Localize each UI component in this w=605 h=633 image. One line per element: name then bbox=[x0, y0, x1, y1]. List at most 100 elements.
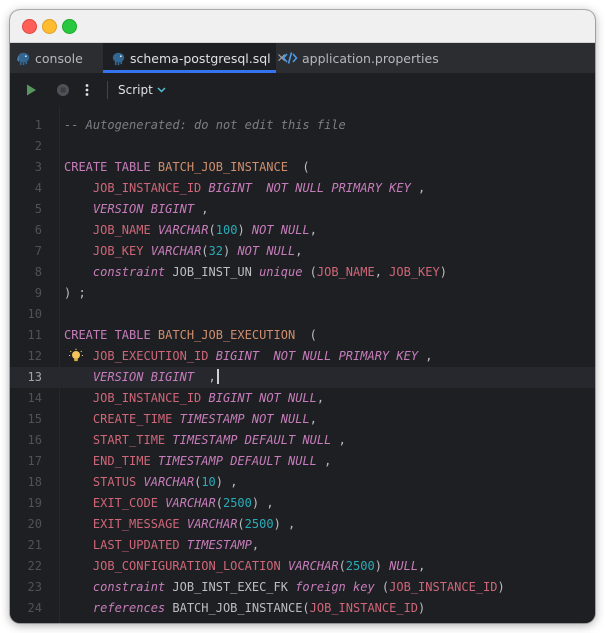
more-actions-button[interactable] bbox=[76, 79, 98, 101]
code-line[interactable]: 1 -- Autogenerated: do not edit this file bbox=[10, 115, 595, 136]
code-token: ) ; bbox=[64, 622, 86, 623]
tab-console[interactable]: console bbox=[10, 43, 103, 73]
code-token: ( bbox=[215, 496, 223, 510]
code-token: JOB_KEY bbox=[389, 265, 440, 279]
code-line[interactable]: 21 LAST_UPDATED TIMESTAMP, bbox=[10, 535, 595, 556]
code-line[interactable]: 7 JOB_KEY VARCHAR(32) NOT NULL, bbox=[10, 241, 595, 262]
code-line[interactable]: 4 JOB_INSTANCE_ID BIGINT NOT NULL PRIMAR… bbox=[10, 178, 595, 199]
code-token: VARCHAR bbox=[186, 517, 238, 531]
code-text: JOB_KEY VARCHAR(32) NOT NULL, bbox=[64, 241, 303, 262]
code-token: ( bbox=[338, 559, 346, 573]
code-token: CREATE TABLE bbox=[64, 328, 158, 342]
code-token: , bbox=[309, 412, 317, 426]
code-line[interactable]: 19 EXIT_CODE VARCHAR(2500) , bbox=[10, 493, 595, 514]
code-line[interactable]: 8 constraint JOB_INST_UN unique (JOB_NAM… bbox=[10, 262, 595, 283]
code-line[interactable]: 17 END_TIME TIMESTAMP DEFAULT NULL , bbox=[10, 451, 595, 472]
line-number: 7 bbox=[34, 244, 42, 258]
script-label: Script bbox=[118, 83, 153, 97]
minimize-window-button[interactable] bbox=[42, 19, 57, 34]
code-line[interactable]: 15 CREATE_TIME TIMESTAMP NOT NULL, bbox=[10, 409, 595, 430]
code-token: JOB_INSTANCE_ID bbox=[309, 601, 419, 615]
tab-application-properties[interactable]: application.properties bbox=[276, 43, 447, 73]
code-line[interactable]: 25) ; bbox=[10, 619, 595, 623]
code-token: unique bbox=[259, 265, 303, 279]
code-line[interactable]: 3 CREATE TABLE BATCH_JOB_INSTANCE ( bbox=[10, 157, 595, 178]
title-bar bbox=[10, 10, 595, 43]
code-text: -- Autogenerated: do not edit this file bbox=[64, 115, 346, 136]
code-token: , bbox=[316, 391, 325, 405]
code-token: ( bbox=[302, 265, 317, 279]
editor-toolbar: Script bbox=[10, 74, 595, 107]
code-token: BIGINT NOT NULL bbox=[208, 391, 317, 405]
play-icon bbox=[27, 84, 36, 96]
code-token: , bbox=[309, 223, 317, 237]
code-line[interactable]: 18 STATUS VARCHAR(10) , bbox=[10, 472, 595, 493]
code-token: ) bbox=[497, 580, 505, 594]
line-number: 15 bbox=[27, 412, 42, 426]
code-text: JOB_NAME VARCHAR(100) NOT NULL, bbox=[64, 220, 317, 241]
line-number: 22 bbox=[27, 559, 42, 573]
line-number: 2 bbox=[34, 139, 42, 153]
code-token: , bbox=[194, 202, 209, 216]
code-token: 100 bbox=[215, 223, 238, 237]
editor-tab-bar: console schema-postgresql.sql ✕ applicat… bbox=[10, 43, 595, 74]
code-brackets-icon bbox=[282, 50, 298, 66]
ide-window: console schema-postgresql.sql ✕ applicat… bbox=[10, 10, 595, 623]
zoom-window-button[interactable] bbox=[62, 19, 77, 34]
code-token: ) , bbox=[273, 517, 296, 531]
code-token: NOT NULL PRIMARY KEY bbox=[266, 181, 411, 195]
tab-label: application.properties bbox=[302, 50, 439, 66]
code-token: 10 bbox=[201, 475, 216, 489]
close-window-button[interactable] bbox=[22, 19, 37, 34]
code-line[interactable]: 16 START_TIME TIMESTAMP DEFAULT NULL , bbox=[10, 430, 595, 451]
line-number: 23 bbox=[27, 580, 42, 594]
code-token: references bbox=[92, 601, 166, 615]
code-token: EXIT_CODE bbox=[92, 496, 158, 510]
stop-icon bbox=[57, 84, 69, 96]
run-button[interactable] bbox=[20, 79, 42, 101]
code-editor[interactable]: 1 -- Autogenerated: do not edit this file… bbox=[10, 106, 595, 623]
code-line[interactable]: 9) ; bbox=[10, 283, 595, 304]
code-token: ( bbox=[208, 223, 216, 237]
code-token: JOB_INSTANCE_ID bbox=[92, 391, 202, 405]
code-token: VERSION bbox=[92, 370, 144, 384]
code-text: ) ; bbox=[64, 283, 86, 304]
code-token: BATCH_JOB_INSTANCE( bbox=[165, 601, 310, 615]
code-line[interactable]: 10 bbox=[10, 304, 595, 325]
code-line[interactable]: 22 JOB_CONFIGURATION_LOCATION VARCHAR(25… bbox=[10, 556, 595, 577]
code-line[interactable]: 2 bbox=[10, 136, 595, 157]
code-token: constraint bbox=[92, 580, 166, 594]
code-line[interactable]: 6 JOB_NAME VARCHAR(100) NOT NULL, bbox=[10, 220, 595, 241]
script-dropdown[interactable]: Script bbox=[118, 83, 166, 97]
code-line[interactable]: 11 CREATE TABLE BATCH_JOB_EXECUTION ( bbox=[10, 325, 595, 346]
code-line[interactable]: 23 constraint JOB_INST_EXEC_FK foreign k… bbox=[10, 577, 595, 598]
line-number: 20 bbox=[27, 517, 42, 531]
code-token: , bbox=[194, 370, 216, 384]
code-line[interactable]: 13 VERSION BIGINT , bbox=[10, 367, 595, 388]
code-text: JOB_EXECUTION_ID BIGINT NOT NULL PRIMARY… bbox=[64, 346, 433, 367]
code-line[interactable]: 24 references BATCH_JOB_INSTANCE(JOB_INS… bbox=[10, 598, 595, 619]
code-line[interactable]: 5 VERSION BIGINT , bbox=[10, 199, 595, 220]
code-token: ( bbox=[201, 244, 209, 258]
tab-schema-postgresql[interactable]: schema-postgresql.sql ✕ bbox=[103, 43, 287, 73]
code-line[interactable]: 14 JOB_INSTANCE_ID BIGINT NOT NULL, bbox=[10, 388, 595, 409]
code-token: ) bbox=[374, 559, 390, 573]
stop-button[interactable] bbox=[52, 79, 74, 101]
code-line[interactable]: 20 EXIT_MESSAGE VARCHAR(2500) , bbox=[10, 514, 595, 535]
code-line[interactable]: 12 JOB_EXECUTION_ID BIGINT NOT NULL PRIM… bbox=[10, 346, 595, 367]
code-token: foreign key bbox=[295, 580, 375, 594]
